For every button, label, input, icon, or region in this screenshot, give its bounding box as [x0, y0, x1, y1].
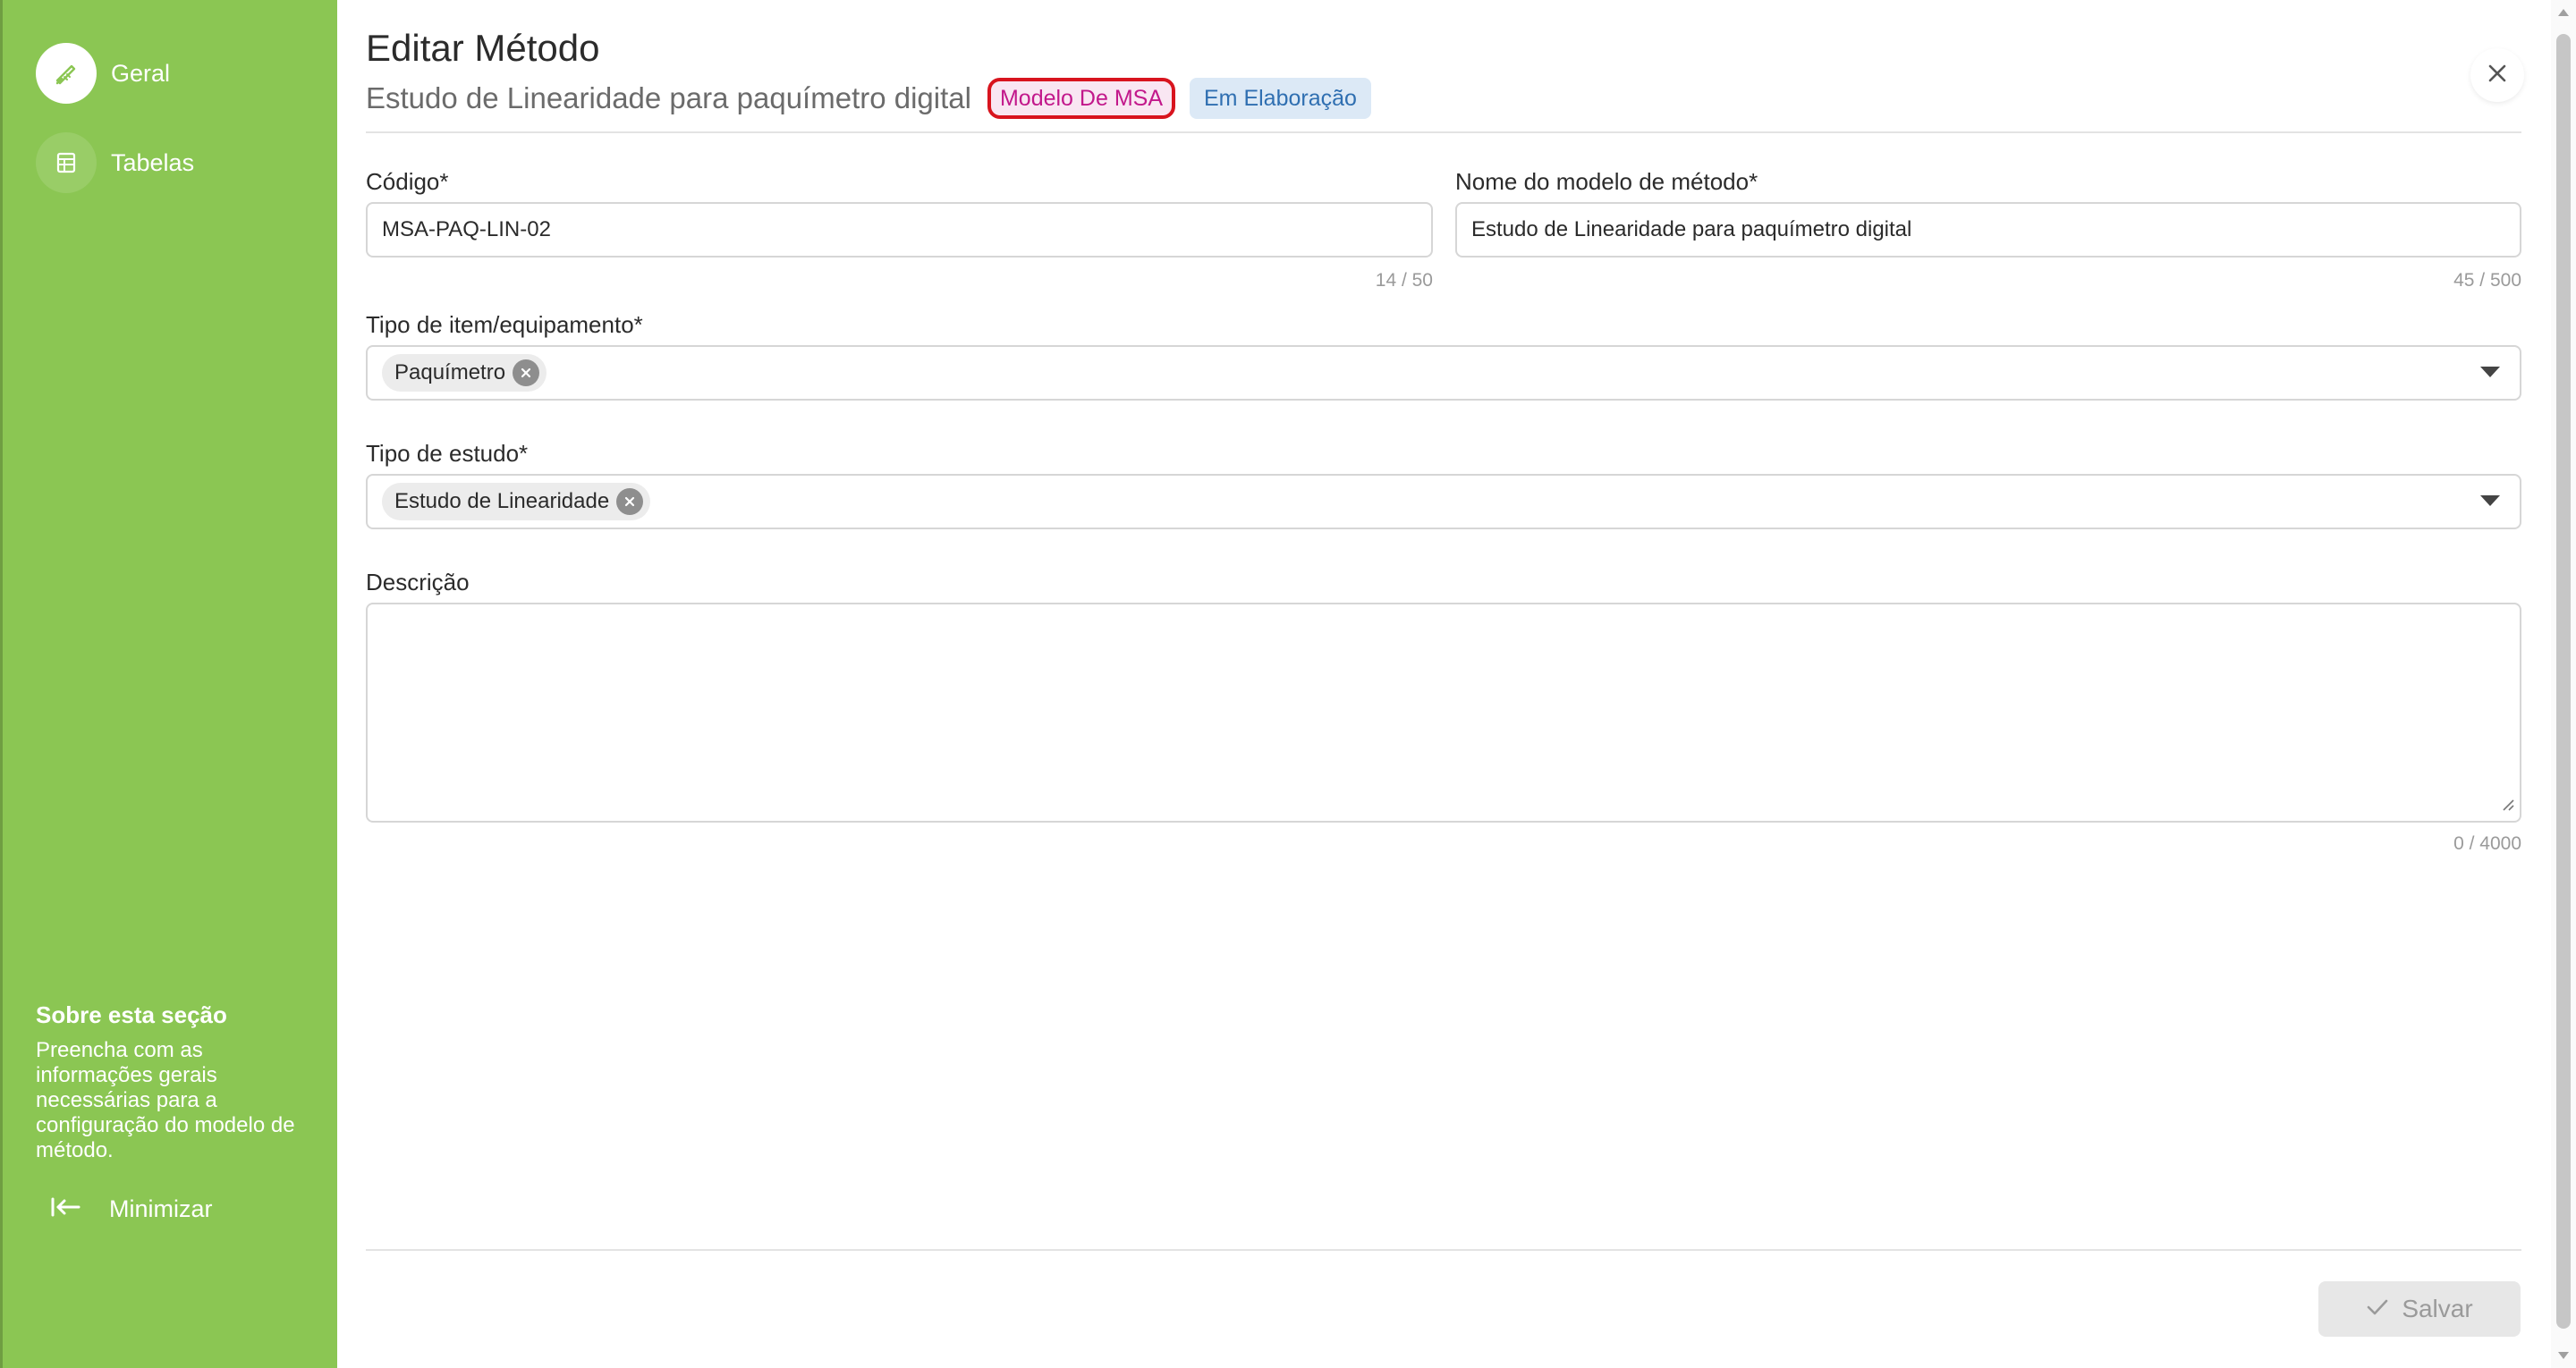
minimize-button[interactable]: Minimizar — [50, 1191, 213, 1227]
tipo-estudo-label: Tipo de estudo* — [366, 440, 529, 467]
status-badge: Em Elaboração — [1190, 78, 1371, 119]
save-label: Salvar — [2402, 1295, 2473, 1322]
scrollbar[interactable] — [2551, 0, 2576, 1368]
codigo-label: Código* — [366, 168, 449, 195]
codigo-field[interactable]: MSA-PAQ-LIN-02 — [366, 202, 1433, 258]
chip-label: Estudo de Linearidade — [394, 489, 610, 513]
close-button[interactable] — [2470, 48, 2524, 102]
chip-remove-icon[interactable] — [513, 359, 540, 386]
dropdown-arrow-icon[interactable] — [2480, 495, 2500, 506]
page-subtitle: Estudo de Linearidade para paquímetro di… — [366, 81, 971, 114]
save-button[interactable]: Salvar — [2318, 1281, 2521, 1337]
type-badge: Modelo De MSA — [987, 78, 1175, 119]
footer-divider — [366, 1249, 2521, 1251]
sidebar-item-label: Tabelas — [111, 148, 195, 176]
sidebar-item-tabelas[interactable]: Tabelas — [36, 132, 194, 193]
tipo-item-label: Tipo de item/equipamento* — [366, 311, 643, 338]
sidebar-edge — [0, 0, 3, 1368]
sidebar: Geral Tabelas Sobre esta seção Preencha … — [0, 0, 337, 1368]
descricao-field[interactable] — [366, 603, 2521, 823]
table-icon — [36, 132, 97, 193]
close-icon — [2486, 62, 2509, 89]
scrollbar-thumb[interactable] — [2556, 34, 2571, 1329]
sidebar-item-geral[interactable]: Geral — [36, 43, 170, 104]
resize-handle-icon[interactable] — [2500, 797, 2514, 815]
nome-field[interactable]: Estudo de Linearidade para paquímetro di… — [1455, 202, 2521, 258]
chip-label: Paquímetro — [394, 360, 506, 384]
minimize-label: Minimizar — [109, 1195, 213, 1222]
scroll-up-arrow-icon[interactable] — [2558, 9, 2569, 16]
codigo-counter: 14 / 50 — [1375, 270, 1433, 291]
about-section: Sobre esta seção Preencha com as informa… — [36, 1001, 304, 1163]
tipo-estudo-select[interactable]: Estudo de Linearidade — [366, 474, 2521, 529]
nome-counter: 45 / 500 — [2453, 270, 2521, 291]
tipo-item-select[interactable]: Paquímetro — [366, 345, 2521, 401]
nome-label: Nome do modelo de método* — [1455, 168, 1758, 195]
dropdown-arrow-icon[interactable] — [2480, 367, 2500, 377]
check-icon — [2366, 1295, 2389, 1323]
tipo-estudo-chip: Estudo de Linearidade — [382, 483, 651, 520]
collapse-left-icon — [50, 1196, 80, 1222]
subtitle-row: Estudo de Linearidade para paquímetro di… — [366, 77, 1371, 120]
descricao-label: Descrição — [366, 569, 470, 595]
about-text: Preencha com as informações gerais neces… — [36, 1038, 295, 1162]
pen-ruler-icon — [36, 43, 97, 104]
header-divider — [366, 131, 2521, 133]
tipo-item-chip: Paquímetro — [382, 354, 547, 392]
descricao-counter: 0 / 4000 — [2453, 833, 2521, 854]
chip-remove-icon[interactable] — [616, 488, 644, 515]
page-title: Editar Método — [366, 27, 600, 69]
about-title: Sobre esta seção — [36, 1001, 227, 1028]
scroll-down-arrow-icon[interactable] — [2558, 1352, 2569, 1359]
sidebar-item-label: Geral — [111, 59, 171, 87]
